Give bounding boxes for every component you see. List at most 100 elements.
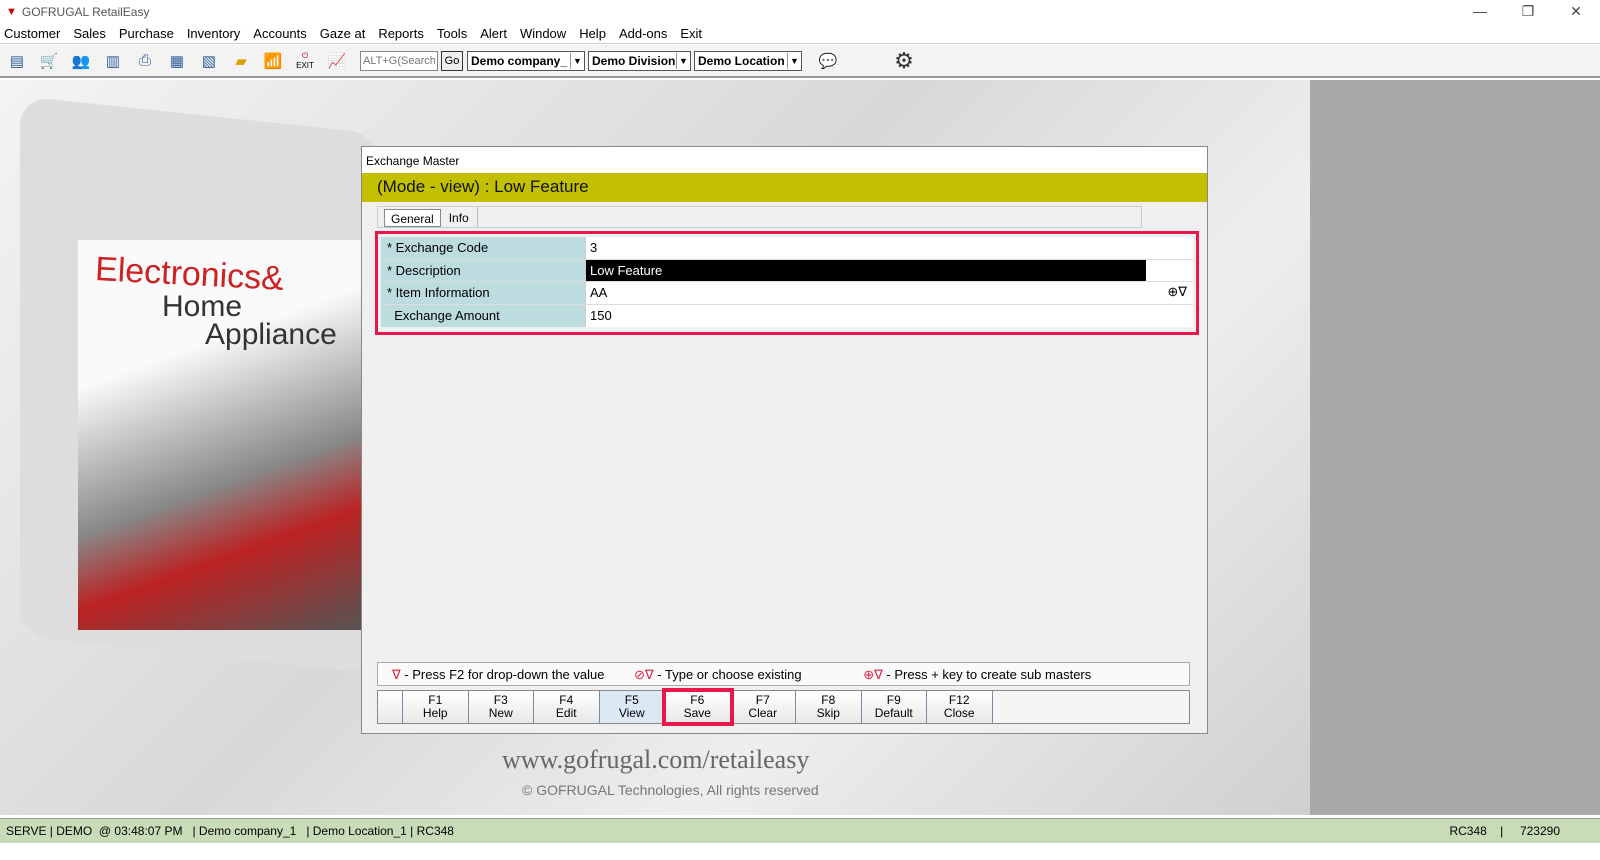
- document-icon[interactable]: ▦: [164, 49, 190, 73]
- view-button[interactable]: F5 View: [599, 691, 665, 723]
- fkey-label: Save: [683, 706, 711, 720]
- exit-icon[interactable]: ⏻ EXIT: [292, 49, 318, 73]
- purchase-cart-icon[interactable]: 🛒: [36, 49, 62, 73]
- add-submaster-icon: ⊕∇: [863, 667, 883, 682]
- fkey-label: Close: [943, 706, 975, 720]
- tab-general[interactable]: General: [384, 209, 441, 227]
- form-row: * Item Information AA ⊕∇: [381, 282, 1193, 305]
- field-label: * Item Information: [381, 282, 586, 304]
- tab-bar: General Info: [377, 206, 1142, 228]
- minimize-button[interactable]: —: [1456, 0, 1504, 23]
- copyright-text: © GOFRUGAL Technologies, All rights rese…: [522, 782, 819, 798]
- legend-text: - Press F2 for drop-down the value: [400, 667, 605, 682]
- exchange-amount-field[interactable]: 150: [586, 304, 1193, 327]
- menu-inventory[interactable]: Inventory: [187, 26, 240, 41]
- chevron-down-icon: ▼: [676, 52, 690, 69]
- tab-info[interactable]: Info: [441, 207, 478, 227]
- chat-icon[interactable]: 💬: [815, 49, 841, 73]
- gear-icon[interactable]: ⚙: [891, 48, 917, 73]
- restore-button[interactable]: ❐: [1504, 0, 1552, 23]
- report-icon[interactable]: 📈: [324, 49, 350, 73]
- location-select[interactable]: Demo Location ▼: [694, 50, 802, 71]
- field-label: * Exchange Code: [381, 237, 586, 259]
- fkey-spacer: [378, 691, 403, 723]
- item-information-value: AA: [590, 285, 608, 300]
- fkey-label: Skip: [816, 706, 840, 720]
- menu-gaze-at[interactable]: Gaze at: [320, 26, 366, 41]
- app-title: GOFRUGAL RetailEasy: [21, 4, 150, 19]
- company-value: Demo company_: [471, 53, 568, 68]
- form-row: Exchange Amount 150: [381, 304, 1193, 327]
- edit-button[interactable]: F4 Edit: [534, 691, 600, 723]
- save-button[interactable]: F6 Save: [662, 688, 734, 726]
- fkey-label: Default: [874, 706, 913, 720]
- menu-window[interactable]: Window: [520, 26, 566, 41]
- sales-return-icon[interactable]: ▧: [196, 49, 222, 73]
- barcode-icon[interactable]: ▥: [100, 49, 126, 73]
- status-left: SERVE | DEMO @ 03:48:07 PM | Demo compan…: [6, 824, 454, 838]
- clear-button[interactable]: F7 Clear: [730, 691, 796, 723]
- type-choose-icon: ⊘∇: [634, 667, 654, 682]
- menu-alert[interactable]: Alert: [480, 26, 507, 41]
- location-value: Demo Location: [698, 53, 785, 68]
- default-button[interactable]: F9 Default: [861, 691, 927, 723]
- menu-sales[interactable]: Sales: [73, 26, 106, 41]
- menu-help[interactable]: Help: [579, 26, 606, 41]
- new-button[interactable]: F3 New: [468, 691, 534, 723]
- search-input[interactable]: [360, 50, 438, 71]
- menu-accounts[interactable]: Accounts: [253, 26, 306, 41]
- function-key-bar: F1 Help F3 New F4 Edit F5 View F6 Save F7 Clea…: [377, 688, 1190, 726]
- company-select[interactable]: Demo company_ ▼: [467, 50, 585, 71]
- bill-icon[interactable]: ▤: [4, 49, 30, 73]
- app-logo-icon: ▼: [6, 5, 17, 18]
- menu-reports[interactable]: Reports: [378, 26, 424, 41]
- menu-exit[interactable]: Exit: [680, 26, 702, 41]
- menu-tools[interactable]: Tools: [437, 26, 467, 41]
- menu-customer[interactable]: Customer: [4, 26, 60, 41]
- add-dropdown-icon[interactable]: ⊕∇: [1167, 284, 1187, 300]
- division-value: Demo Division: [592, 53, 676, 68]
- website-text: www.gofrugal.com/retaileasy: [502, 745, 810, 774]
- exchange-code-field[interactable]: 3: [586, 237, 1193, 259]
- go-button[interactable]: Go: [441, 50, 463, 71]
- form-row: * Description Low Feature: [381, 259, 1193, 282]
- title-bar: ▼ GOFRUGAL RetailEasy — ❐ ✕: [0, 0, 1600, 23]
- legend-bar: ∇ - Press F2 for drop-down the value ⊘∇ …: [377, 662, 1190, 686]
- description-value: Low Feature: [586, 259, 1146, 281]
- promo-text: Appliance: [205, 318, 337, 351]
- chart-icon[interactable]: 📶: [260, 49, 286, 73]
- form-row: * Exchange Code 3: [381, 237, 1193, 260]
- menu-purchase[interactable]: Purchase: [119, 26, 174, 41]
- item-information-field[interactable]: AA ⊕∇: [586, 282, 1193, 304]
- dialog-title: Exchange Master: [362, 147, 1207, 173]
- print-icon[interactable]: ⎙: [132, 49, 158, 73]
- fkey-label: New: [488, 706, 513, 720]
- desktop-right-area: [1310, 80, 1600, 815]
- skip-button[interactable]: F8 Skip: [796, 691, 862, 723]
- fkey-label: Clear: [748, 706, 778, 720]
- legend-text: - Type or choose existing: [653, 667, 802, 682]
- exit-label: EXIT: [296, 61, 314, 70]
- close-dialog-button[interactable]: F12 Close: [927, 691, 993, 723]
- toolbar: ▤ 🛒 👥 ▥ ⎙ ▦ ▧ ▰ 📶 ⏻EXIT 📈 Go Demo compan…: [0, 45, 1600, 78]
- exchange-master-dialog: Exchange Master (Mode - view) : Low Feat…: [361, 146, 1208, 734]
- chevron-down-icon: ▼: [787, 52, 801, 69]
- close-button[interactable]: ✕: [1552, 0, 1600, 23]
- customers-icon[interactable]: 👥: [68, 49, 94, 73]
- dropdown-icon: ∇: [392, 667, 401, 682]
- division-select[interactable]: Demo Division ▼: [588, 50, 691, 71]
- status-bar: SERVE | DEMO @ 03:48:07 PM | Demo compan…: [0, 818, 1600, 843]
- status-right: RC348 | 723290: [1449, 824, 1560, 838]
- fkey-label: Help: [422, 706, 448, 720]
- description-field[interactable]: Low Feature: [586, 259, 1193, 281]
- chevron-down-icon: ▼: [570, 52, 584, 69]
- field-label: Exchange Amount: [381, 304, 586, 327]
- folder-icon[interactable]: ▰: [228, 49, 254, 73]
- help-button[interactable]: F1 Help: [403, 691, 469, 723]
- fkey-label: View: [618, 706, 645, 720]
- menu-bar: Customer Sales Purchase Inventory Accoun…: [0, 23, 1600, 44]
- field-label: * Description: [381, 259, 586, 281]
- menu-add-ons[interactable]: Add-ons: [619, 26, 667, 41]
- mode-bar: (Mode - view) : Low Feature: [362, 173, 1207, 202]
- exchange-form: * Exchange Code 3 * Description Low Feat…: [375, 231, 1199, 335]
